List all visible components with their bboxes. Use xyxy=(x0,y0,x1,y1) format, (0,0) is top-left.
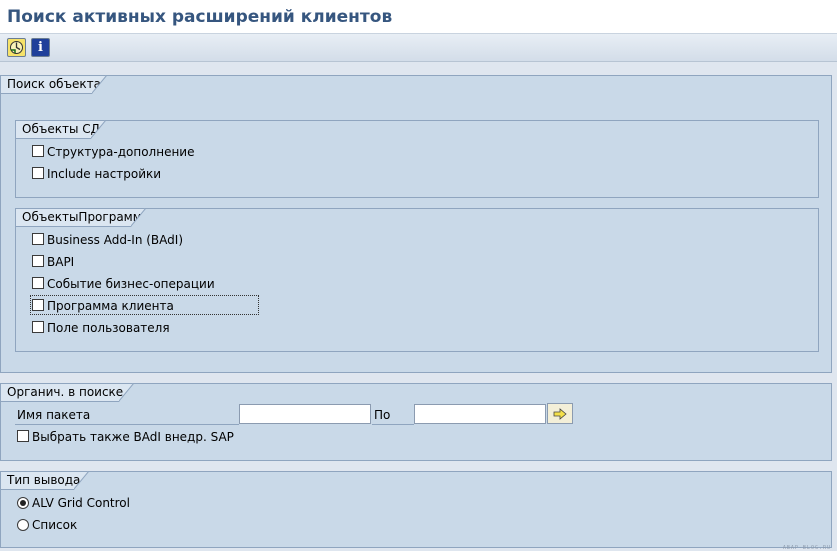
customer-exit-label: Программа клиента xyxy=(47,299,174,313)
output-type-title-text: Тип вывода xyxy=(7,473,81,487)
list-radio[interactable] xyxy=(17,519,29,531)
search-restrictions-group: Органич. в поиске Имя пакета По Выбрать … xyxy=(0,383,832,461)
tab-slant xyxy=(74,471,89,490)
bapi-label: BAPI xyxy=(47,255,75,269)
also-sap-badi-label: Выбрать также BAdI внедр. SAP xyxy=(32,430,234,444)
output-type-group: Тип вывода ALV Grid Control Список xyxy=(0,471,832,548)
package-from-input[interactable] xyxy=(239,404,371,424)
watermark: ABAP-BLOG.RU xyxy=(782,545,831,551)
info-button[interactable]: i xyxy=(31,38,50,57)
package-name-label: Имя пакета xyxy=(17,408,91,422)
search-object-group-title: Поиск объекта xyxy=(0,75,106,94)
program-objects-group: ОбъектыПрограмм Business Add-In (BAdI) B… xyxy=(15,208,819,352)
tab-slant xyxy=(131,208,146,227)
ddic-objects-title-text: Объекты СД xyxy=(22,122,100,136)
info-icon: i xyxy=(38,40,43,55)
badi-label: Business Add-In (BAdI) xyxy=(47,233,184,247)
customer-exit-checkbox[interactable] xyxy=(32,299,44,311)
tab-slant xyxy=(92,75,107,94)
to-label: По xyxy=(374,408,391,422)
package-to-input[interactable] xyxy=(414,404,546,424)
search-restrictions-group-title: Органич. в поиске xyxy=(0,383,133,402)
package-label-underline xyxy=(15,424,239,425)
execute-button[interactable] xyxy=(7,38,26,57)
list-label: Список xyxy=(32,518,78,532)
search-object-title-text: Поиск объекта xyxy=(7,77,102,91)
also-sap-badi-checkbox[interactable] xyxy=(17,430,29,442)
page-title: Поиск активных расширений клиентов xyxy=(7,7,393,27)
bapi-checkbox[interactable] xyxy=(32,255,44,267)
customizing-include-checkbox[interactable] xyxy=(32,167,44,179)
badi-checkbox[interactable] xyxy=(32,233,44,245)
business-event-label: Событие бизнес-операции xyxy=(47,277,215,291)
tab-slant xyxy=(91,120,106,139)
user-field-label: Поле пользователя xyxy=(47,321,170,335)
arrow-right-icon xyxy=(553,407,567,420)
search-object-group: Поиск объекта Объекты СД Структура-допол… xyxy=(0,75,832,373)
title-bar: Поиск активных расширений клиентов xyxy=(0,0,837,34)
search-restrictions-title-text: Органич. в поиске xyxy=(7,385,124,399)
program-objects-group-title: ОбъектыПрограмм xyxy=(15,208,145,227)
alv-grid-radio[interactable] xyxy=(17,497,29,509)
alv-grid-label: ALV Grid Control xyxy=(32,496,130,510)
append-structure-label: Структура-дополнение xyxy=(47,145,195,159)
tab-slant xyxy=(119,383,134,402)
program-objects-title-text: ОбъектыПрограмм xyxy=(22,210,142,224)
multiple-selection-button[interactable] xyxy=(547,403,573,424)
append-structure-checkbox[interactable] xyxy=(32,145,44,157)
user-field-checkbox[interactable] xyxy=(32,321,44,333)
application-toolbar: i xyxy=(0,34,837,62)
customizing-include-label: Include настройки xyxy=(47,167,162,181)
business-event-checkbox[interactable] xyxy=(32,277,44,289)
execute-icon xyxy=(10,41,23,54)
ddic-objects-group: Объекты СД Структура-дополнение Include … xyxy=(15,120,819,198)
to-label-underline xyxy=(372,424,414,425)
